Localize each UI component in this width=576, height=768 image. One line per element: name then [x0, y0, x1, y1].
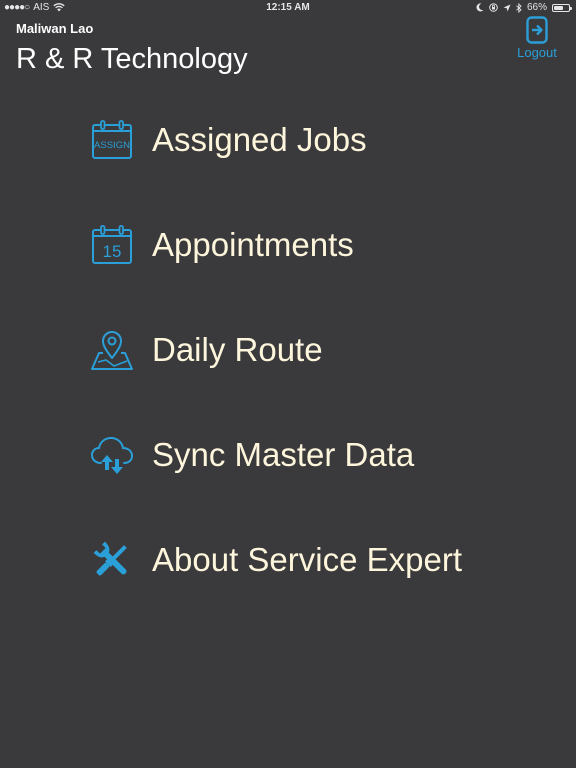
calendar-icon-text: 15	[103, 242, 122, 261]
location-arrow-icon	[503, 4, 511, 11]
user-name: Maliwan Lao	[16, 21, 94, 36]
main-menu: ASSIGN Assigned Jobs 15 Appointments Dai…	[90, 113, 462, 638]
menu-item-assigned-jobs[interactable]: ASSIGN Assigned Jobs	[90, 113, 462, 218]
tools-icon	[90, 538, 134, 582]
menu-item-sync-master-data[interactable]: Sync Master Data	[90, 428, 462, 533]
company-name: R & R Technology	[16, 43, 248, 75]
menu-label-daily-route: Daily Route	[152, 331, 323, 368]
menu-item-appointments[interactable]: 15 Appointments	[90, 218, 462, 323]
battery-icon	[552, 3, 572, 12]
menu-item-about-service-expert[interactable]: About Service Expert	[90, 533, 462, 638]
bluetooth-icon	[516, 2, 522, 13]
menu-label-about-service-expert: About Service Expert	[152, 541, 462, 578]
battery-fill	[554, 5, 563, 10]
logout-icon	[526, 16, 548, 44]
map-pin-icon	[90, 328, 134, 372]
menu-label-sync-master-data: Sync Master Data	[152, 436, 415, 473]
menu-item-daily-route[interactable]: Daily Route	[90, 323, 462, 428]
assign-calendar-icon: ASSIGN	[90, 118, 134, 162]
menu-label-appointments: Appointments	[152, 226, 354, 263]
menu-label-assigned-jobs: Assigned Jobs	[152, 121, 367, 158]
assign-icon-text: ASSIGN	[94, 140, 130, 151]
calendar-icon: 15	[90, 223, 134, 267]
battery-percent: 66%	[526, 2, 547, 13]
status-right: 66%	[476, 2, 572, 13]
logout-button[interactable]: Logout	[514, 16, 560, 60]
cloud-sync-icon	[90, 433, 134, 477]
rotation-lock-icon	[489, 3, 498, 12]
status-bar: ●●●●○ AIS 12:15 AM 66%	[0, 0, 576, 18]
logout-label: Logout	[517, 45, 557, 60]
moon-icon	[476, 3, 484, 12]
